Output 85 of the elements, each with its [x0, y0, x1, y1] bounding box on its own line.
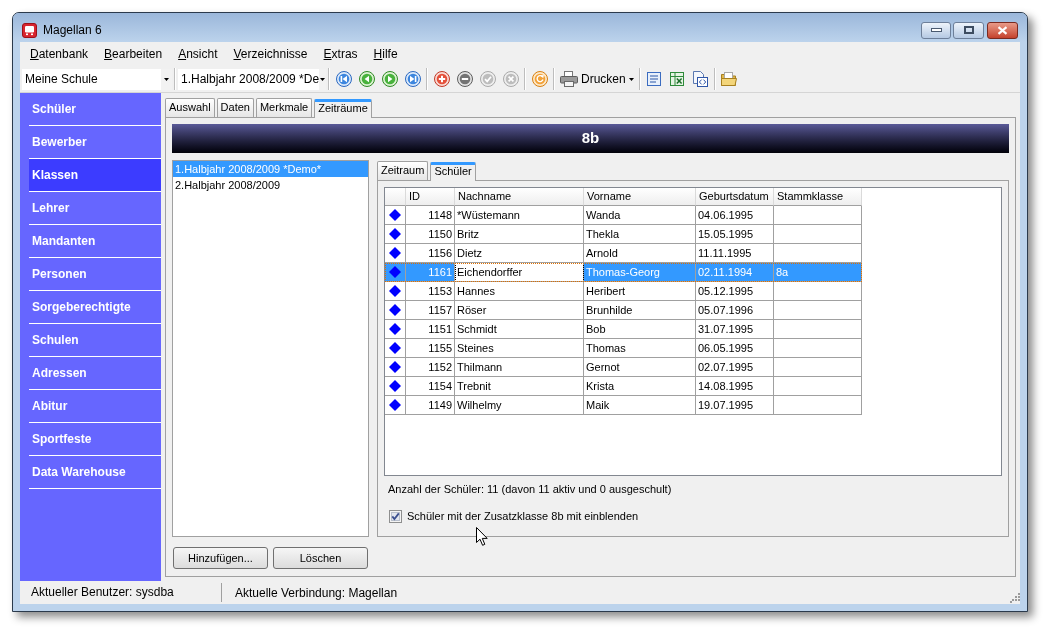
status-text: Aktuelle Verbindung: Magellan [234, 584, 398, 602]
diamond-icon [389, 323, 401, 335]
panel-button[interactable]: Hinzufügen... [173, 547, 268, 569]
diamond-icon [389, 304, 401, 316]
column-header[interactable]: ID [406, 188, 455, 206]
table-row[interactable]: 1150 Britz Thekla 15.05.1995 [385, 225, 862, 244]
close-icon [997, 25, 1008, 35]
skip-start-icon [335, 71, 352, 87]
caret-icon [320, 77, 326, 81]
diamond-icon [389, 342, 401, 354]
table-cell: Wilhelmy [455, 396, 584, 415]
tab[interactable]: Merkmale [255, 98, 313, 117]
table-cell: Eichendorffer [455, 263, 584, 282]
menu-item[interactable]: Verzeichnisse [225, 44, 316, 64]
diamond-icon [389, 361, 401, 373]
table-cell: 19.07.1995 [696, 396, 774, 415]
table-cell: Maik [584, 396, 696, 415]
column-header [385, 188, 406, 206]
check-icon [479, 71, 496, 87]
diamond-icon [389, 399, 401, 411]
sidebar-item[interactable]: Klassen [29, 159, 161, 192]
folder-icon [721, 71, 738, 87]
menu-item[interactable]: Ansicht [170, 44, 226, 64]
table-row[interactable]: 1161 Eichendorffer Thomas-Georg 02.11.1994 8a [385, 263, 862, 282]
table-row[interactable]: 1152 Thilmann Gernot 02.07.1995 [385, 358, 862, 377]
diamond-icon [389, 380, 401, 392]
minus-icon [456, 71, 473, 87]
checkbox-label: Schüler mit der Zusatzklasse 8b mit einblenden [407, 508, 639, 524]
table-row[interactable]: 1149 Wilhelmy Maik 19.07.1995 [385, 396, 862, 415]
tab[interactable]: Schüler [430, 162, 476, 181]
mouse-pointer-icon [476, 527, 488, 546]
menu-item[interactable]: Hilfe [365, 44, 406, 64]
tab[interactable]: Zeitraum [377, 161, 429, 180]
print-button[interactable]: Drucken [557, 68, 637, 90]
left-triangle-icon [358, 71, 375, 87]
tab[interactable]: Zeiträume [314, 99, 372, 118]
diamond-icon [389, 285, 401, 297]
menu-item[interactable]: Extras [315, 44, 366, 64]
table-row[interactable]: 1157 Röser Brunhilde 05.07.1996 [385, 301, 862, 320]
table-row[interactable]: 1156 Dietz Arnold 11.11.1995 [385, 244, 862, 263]
menu-item[interactable]: Bearbeiten [96, 44, 171, 64]
tab[interactable]: Auswahl [165, 98, 215, 117]
column-header[interactable]: Nachname [455, 188, 584, 206]
printer-icon [560, 71, 578, 87]
checkbox[interactable] [389, 509, 402, 523]
close-button[interactable] [987, 21, 1018, 39]
table-row[interactable]: 1153 Hannes Heribert 05.12.1995 [385, 282, 862, 301]
period-list-item[interactable]: 2.Halbjahr 2008/2009 [173, 177, 368, 193]
table-row[interactable]: 1154 Trebnit Krista 14.08.1995 [385, 377, 862, 396]
menu-item[interactable]: Datenbank [22, 44, 97, 64]
document-icon [646, 71, 663, 87]
caret-icon [164, 77, 169, 81]
column-header[interactable]: Vorname [584, 188, 696, 206]
tab[interactable]: Daten [216, 98, 254, 117]
diamond-icon [389, 209, 401, 221]
spreadsheet-icon [669, 71, 686, 87]
maximize-button[interactable] [953, 21, 984, 39]
dropdown[interactable]: 1.Halbjahr 2008/2009 *De [178, 68, 326, 90]
x-circle-icon [502, 71, 519, 87]
column-header[interactable]: Stammklasse [774, 188, 862, 206]
table-cell: 1149 [406, 396, 455, 415]
app-icon [22, 22, 37, 38]
student-count-text: Anzahl der Schüler: 11 (davon 11 aktiv und 0 ausgeschult) [388, 482, 672, 496]
diamond-icon [389, 266, 401, 278]
plus-icon [433, 71, 450, 87]
code-file-icon [692, 71, 709, 87]
panel-button[interactable]: Löschen [273, 547, 368, 569]
window-title: Magellan 6 [43, 22, 102, 39]
diamond-icon [389, 247, 401, 259]
minimize-button[interactable] [921, 21, 951, 39]
resize-grip-icon[interactable] [1010, 593, 1020, 603]
column-header[interactable]: Geburtsdatum [696, 188, 774, 206]
status-text: Aktueller Benutzer: sysdba [20, 583, 222, 602]
table-row[interactable]: 1155 Steines Thomas 06.05.1995 [385, 339, 862, 358]
table-row[interactable]: 1151 Schmidt Bob 31.07.1995 [385, 320, 862, 339]
class-header: 8b [172, 124, 1009, 153]
dropdown[interactable]: Meine Schule [22, 68, 172, 90]
minimize-icon [930, 28, 942, 32]
right-triangle-icon [381, 71, 398, 87]
skip-end-icon [404, 71, 421, 87]
caret-icon [628, 77, 634, 81]
table-row[interactable]: 1148 *Wüstemann Wanda 04.06.1995 [385, 206, 862, 225]
maximize-icon [963, 26, 974, 34]
circular-arrow-icon [531, 71, 548, 87]
diamond-icon [389, 228, 401, 240]
